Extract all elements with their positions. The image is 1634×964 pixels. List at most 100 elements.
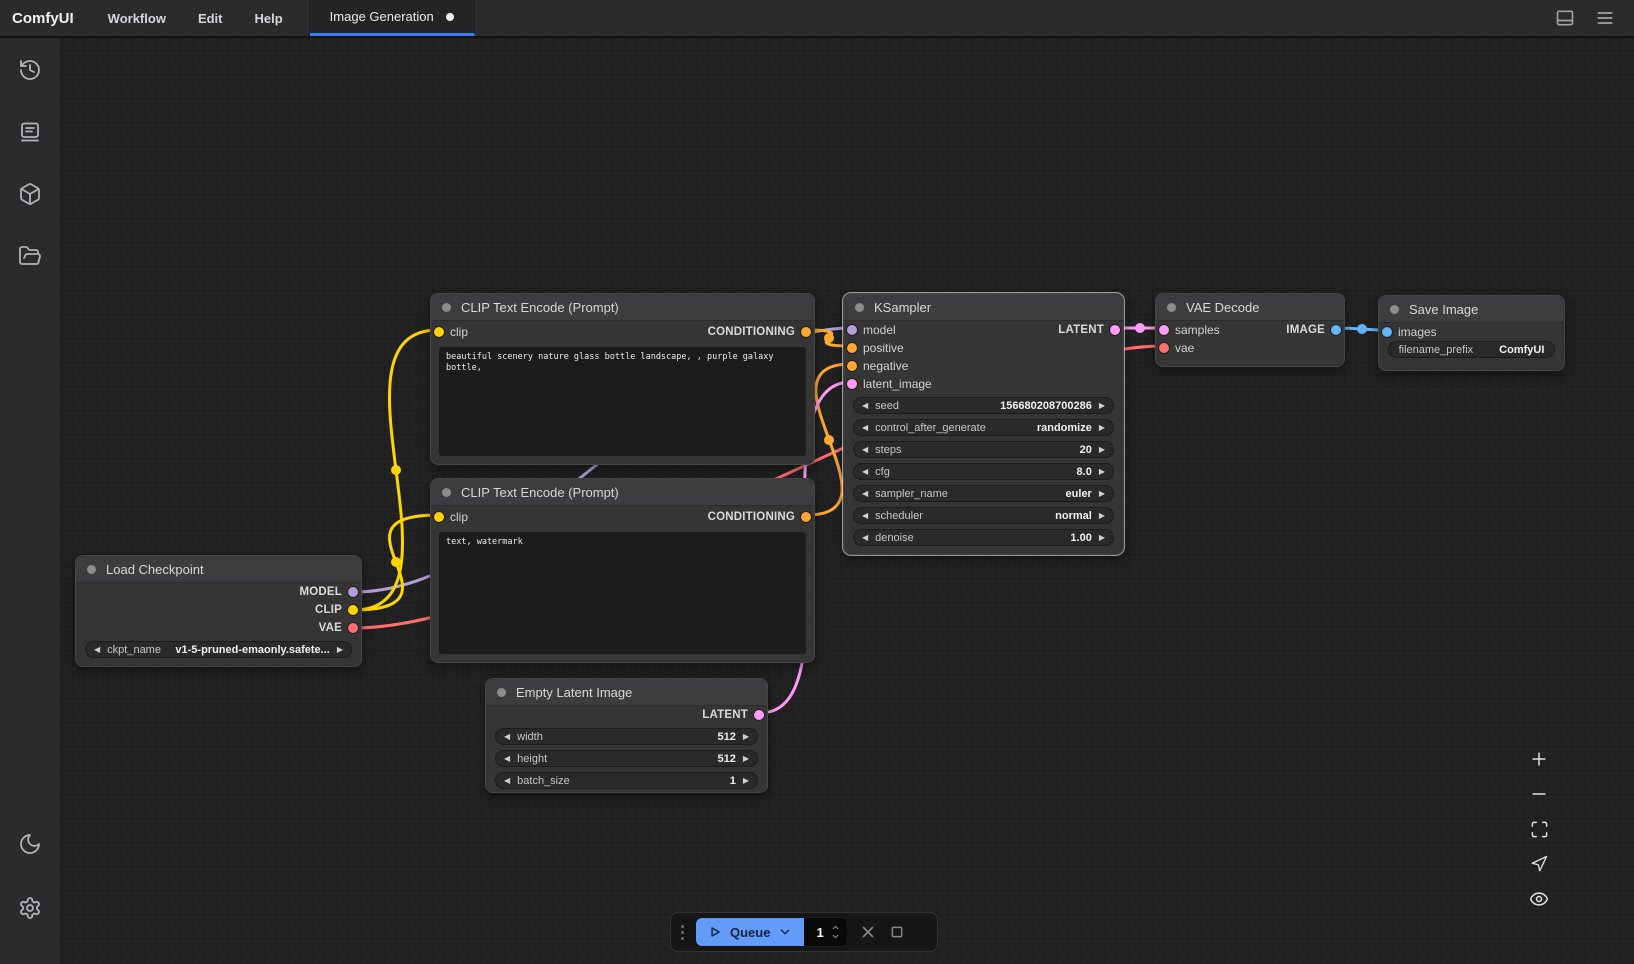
- sidebar-workflows-button[interactable]: [10, 236, 50, 276]
- input-port-vae[interactable]: [1159, 343, 1169, 353]
- theme-toggle-button[interactable]: [10, 824, 50, 864]
- node-header[interactable]: Load Checkpoint: [76, 556, 361, 583]
- node-ksampler[interactable]: KSampler model LATENT positive negative …: [843, 293, 1124, 555]
- increment-arrow-icon[interactable]: ▶: [743, 733, 749, 741]
- decrement-arrow-icon[interactable]: ◀: [862, 468, 868, 476]
- widget-seed[interactable]: ◀ seed 156680208700286 ▶: [853, 397, 1114, 414]
- widget-batch-size[interactable]: ◀ batch_size 1 ▶: [495, 772, 758, 789]
- settings-button[interactable]: [10, 888, 50, 928]
- decrement-arrow-icon[interactable]: ◀: [504, 733, 510, 741]
- increment-arrow-icon[interactable]: ▶: [1099, 402, 1105, 410]
- menu-workflow[interactable]: Workflow: [92, 0, 182, 36]
- widget-height[interactable]: ◀ height 512 ▶: [495, 750, 758, 767]
- node-header[interactable]: CLIP Text Encode (Prompt): [431, 479, 814, 506]
- toggle-visibility-button[interactable]: [1525, 885, 1553, 913]
- app-logo[interactable]: ComfyUI: [0, 0, 92, 36]
- increment-arrow-icon[interactable]: ▶: [1099, 424, 1105, 432]
- decrement-arrow-icon[interactable]: ◀: [862, 534, 868, 542]
- main-menu-button[interactable]: [1590, 3, 1620, 33]
- output-port-conditioning[interactable]: [801, 512, 811, 522]
- node-header[interactable]: Save Image: [1379, 296, 1564, 323]
- decrement-arrow-icon[interactable]: ◀: [94, 646, 100, 654]
- widget-control-after-generate[interactable]: ◀ control_after_generate randomize ▶: [853, 419, 1114, 436]
- increment-arrow-icon[interactable]: ▶: [743, 777, 749, 785]
- count-spinner[interactable]: [830, 923, 841, 941]
- zoom-out-button[interactable]: [1525, 780, 1553, 808]
- input-port-negative[interactable]: [847, 361, 857, 371]
- decrement-arrow-icon[interactable]: ◀: [504, 755, 510, 763]
- decrement-arrow-icon[interactable]: ◀: [862, 402, 868, 410]
- sidebar-queue-button[interactable]: [10, 112, 50, 152]
- increment-arrow-icon[interactable]: ▶: [1099, 490, 1105, 498]
- increment-arrow-icon[interactable]: ▶: [1099, 512, 1105, 520]
- output-port-conditioning[interactable]: [801, 327, 811, 337]
- increment-arrow-icon[interactable]: ▶: [743, 755, 749, 763]
- widget-sampler-name[interactable]: ◀ sampler_name euler ▶: [853, 485, 1114, 502]
- chevron-up-icon[interactable]: [830, 923, 841, 932]
- widget-steps[interactable]: ◀ steps 20 ▶: [853, 441, 1114, 458]
- increment-arrow-icon[interactable]: ▶: [1099, 468, 1105, 476]
- input-port-samples[interactable]: [1159, 325, 1169, 335]
- decrement-arrow-icon[interactable]: ◀: [504, 777, 510, 785]
- node-load-checkpoint[interactable]: Load Checkpoint MODEL CLIP VAE ◀ ckpt_na…: [75, 555, 362, 667]
- node-status-dot: [87, 565, 96, 574]
- decrement-arrow-icon[interactable]: ◀: [862, 512, 868, 520]
- batch-count-input[interactable]: 1: [804, 918, 846, 946]
- widget-ckpt-name[interactable]: ◀ ckpt_name v1-5-pruned-emaonly.safete..…: [85, 641, 352, 658]
- node-clip-text-encode-positive[interactable]: CLIP Text Encode (Prompt) clip CONDITION…: [430, 293, 815, 465]
- output-port-clip[interactable]: [348, 605, 358, 615]
- output-port-model[interactable]: [348, 587, 358, 597]
- fit-view-button[interactable]: [1525, 815, 1553, 843]
- stop-button[interactable]: [889, 924, 905, 940]
- widget-denoise[interactable]: ◀ denoise 1.00 ▶: [853, 529, 1114, 546]
- decrement-arrow-icon[interactable]: ◀: [862, 490, 868, 498]
- bottom-panel-toggle-button[interactable]: [1550, 3, 1580, 33]
- prompt-textarea[interactable]: beautiful scenery nature glass bottle la…: [439, 347, 806, 456]
- prompt-textarea[interactable]: text, watermark: [439, 532, 806, 654]
- menu-edit[interactable]: Edit: [182, 0, 239, 36]
- widget-scheduler[interactable]: ◀ scheduler normal ▶: [853, 507, 1114, 524]
- input-port-model[interactable]: [847, 325, 857, 335]
- input-port-positive[interactable]: [847, 343, 857, 353]
- increment-arrow-icon[interactable]: ▶: [337, 646, 343, 654]
- widget-width[interactable]: ◀ width 512 ▶: [495, 728, 758, 745]
- node-save-image[interactable]: Save Image images filename_prefix ComfyU…: [1378, 295, 1565, 371]
- queue-button[interactable]: Queue: [696, 918, 804, 946]
- select-mode-button[interactable]: [1525, 850, 1553, 878]
- output-port-latent[interactable]: [1110, 325, 1120, 335]
- widget-filename-prefix[interactable]: filename_prefix ComfyUI: [1388, 341, 1555, 358]
- zoom-in-button[interactable]: [1525, 745, 1553, 773]
- sidebar-history-button[interactable]: [10, 50, 50, 90]
- output-port-latent[interactable]: [754, 710, 764, 720]
- chevron-down-icon[interactable]: [830, 932, 841, 941]
- node-clip-text-encode-negative[interactable]: CLIP Text Encode (Prompt) clip CONDITION…: [430, 478, 815, 663]
- tab-image-generation[interactable]: Image Generation: [310, 0, 475, 36]
- decrement-arrow-icon[interactable]: ◀: [862, 424, 868, 432]
- widget-value: 20: [1080, 444, 1092, 456]
- input-port-latent-image[interactable]: [847, 379, 857, 389]
- increment-arrow-icon[interactable]: ▶: [1099, 446, 1105, 454]
- clear-queue-button[interactable]: [859, 923, 877, 941]
- node-header[interactable]: CLIP Text Encode (Prompt): [431, 294, 814, 321]
- node-title: Load Checkpoint: [106, 562, 204, 577]
- output-port-image[interactable]: [1331, 325, 1341, 335]
- node-title: CLIP Text Encode (Prompt): [461, 485, 619, 500]
- menu-help[interactable]: Help: [239, 0, 299, 36]
- sidebar-node-library-button[interactable]: [10, 174, 50, 214]
- decrement-arrow-icon[interactable]: ◀: [862, 446, 868, 454]
- input-port-clip[interactable]: [434, 327, 444, 337]
- increment-arrow-icon[interactable]: ▶: [1099, 534, 1105, 542]
- input-port-images[interactable]: [1382, 327, 1392, 337]
- node-header[interactable]: Empty Latent Image: [486, 679, 767, 706]
- fit-view-icon: [1530, 820, 1549, 839]
- node-header[interactable]: VAE Decode: [1156, 294, 1344, 321]
- widget-cfg[interactable]: ◀ cfg 8.0 ▶: [853, 463, 1114, 480]
- play-icon: [708, 925, 722, 939]
- chevron-down-icon[interactable]: [778, 925, 792, 939]
- drag-handle[interactable]: [681, 925, 684, 940]
- node-header[interactable]: KSampler: [844, 294, 1123, 321]
- node-empty-latent-image[interactable]: Empty Latent Image LATENT ◀ width 512 ▶ …: [485, 678, 768, 793]
- output-port-vae[interactable]: [348, 623, 358, 633]
- node-vae-decode[interactable]: VAE Decode samples IMAGE vae: [1155, 293, 1345, 367]
- input-port-clip[interactable]: [434, 512, 444, 522]
